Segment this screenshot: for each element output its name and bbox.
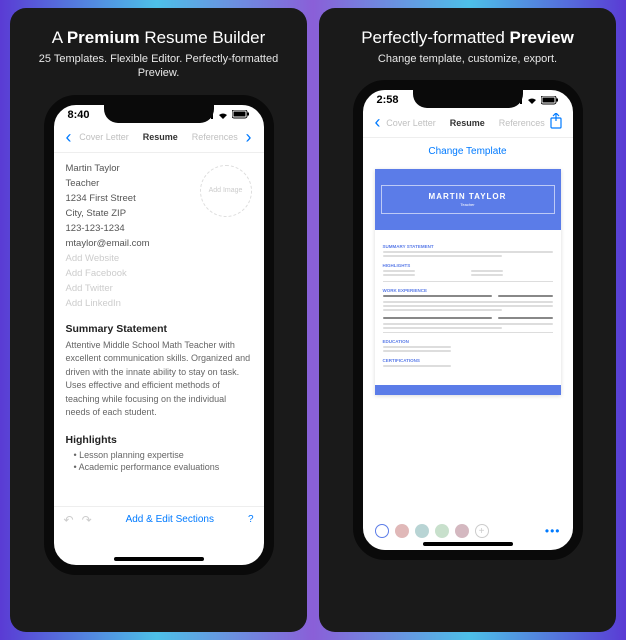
preview-section-label: SUMMARY STATEMENT [383,244,553,249]
nav-bar: ‹ Cover Letter Resume References [363,108,573,138]
preview-section-label: EDUCATION [383,339,553,344]
add-edit-sections-button[interactable]: Add & Edit Sections [100,514,240,525]
color-swatch[interactable] [435,524,449,538]
phone-frame: 2:58 ‹ Cover Letter Resume References Ch… [353,80,583,560]
preview-area: MARTIN TAYLOR Teacher SUMMARY STATEMENT … [363,161,573,403]
phone-frame: 8:40 ‹ Cover Letter Resume References › … [44,95,274,575]
color-swatch[interactable] [395,524,409,538]
highlights-title: Highlights [66,434,252,446]
more-options-icon[interactable]: ••• [545,524,561,538]
home-indicator[interactable] [423,542,513,546]
change-template-link[interactable]: Change Template [363,138,573,161]
screenshot-card-editor: A Premium Resume Builder 25 Templates. F… [10,8,307,632]
tab-cover-letter[interactable]: Cover Letter [386,118,436,128]
preview-role: Teacher [388,202,548,207]
wifi-icon [217,111,229,119]
preview-footer [375,385,561,395]
tab-references[interactable]: References [499,118,545,128]
color-swatch[interactable] [415,524,429,538]
field-phone[interactable]: 123-123-1234 [66,223,252,234]
battery-icon [541,96,559,105]
status-time: 2:58 [377,94,399,106]
subheadline: Change template, customize, export. [378,52,557,66]
preview-body: SUMMARY STATEMENT HIGHLIGHTS WORK EXPERI… [375,230,561,377]
subheadline: 25 Templates. Flexible Editor. Perfectly… [24,52,293,81]
field-email[interactable]: mtaylor@email.com [66,238,252,249]
summary-text[interactable]: Attentive Middle School Math Teacher wit… [66,339,252,420]
preview-section-label: CERTIFICATIONS [383,358,553,363]
highlight-item[interactable]: • Lesson planning expertise [66,450,252,460]
preview-name: MARTIN TAYLOR [388,192,548,201]
nav-back-icon[interactable]: ‹ [373,112,383,133]
screenshot-card-preview: Perfectly-formatted Preview Change templ… [319,8,616,632]
phone-notch [413,90,523,108]
share-icon[interactable] [549,113,563,132]
nav-forward-icon[interactable]: › [244,127,254,148]
tab-resume[interactable]: Resume [143,132,178,142]
wifi-icon [526,96,538,104]
nav-back-icon[interactable]: ‹ [64,127,74,148]
nav-bar: ‹ Cover Letter Resume References › [54,123,264,153]
add-color-button[interactable]: + [475,524,489,538]
highlight-item[interactable]: • Academic performance evaluations [66,462,252,472]
tab-references[interactable]: References [192,132,238,142]
add-image-button[interactable]: Add Image [200,165,252,217]
field-website[interactable]: Add Website [66,253,252,264]
preview-header: MARTIN TAYLOR Teacher [375,169,561,230]
color-swatch-row: + ••• [363,524,573,538]
status-time: 8:40 [68,109,90,121]
summary-title: Summary Statement [66,323,252,335]
home-indicator[interactable] [114,557,204,561]
footer-bar: ↶ ↷ Add & Edit Sections ? [54,506,264,533]
color-swatch[interactable] [455,524,469,538]
field-linkedin[interactable]: Add LinkedIn [66,298,252,309]
battery-icon [232,110,250,119]
phone-notch [104,105,214,123]
resume-preview[interactable]: MARTIN TAYLOR Teacher SUMMARY STATEMENT … [375,169,561,395]
headline: A Premium Resume Builder [52,28,266,48]
undo-icon[interactable]: ↶ [64,513,74,527]
tab-cover-letter[interactable]: Cover Letter [79,132,129,142]
tab-row: Cover Letter Resume References [74,132,244,142]
headline: Perfectly-formatted Preview [361,28,574,48]
help-icon[interactable]: ? [248,514,254,525]
field-twitter[interactable]: Add Twitter [66,283,252,294]
tab-resume[interactable]: Resume [450,118,485,128]
color-swatch-selected[interactable] [375,524,389,538]
tab-row: Cover Letter Resume References [383,118,549,128]
redo-icon[interactable]: ↷ [82,513,92,527]
editor-content: Add Image Martin Taylor Teacher 1234 Fir… [54,153,264,533]
field-facebook[interactable]: Add Facebook [66,268,252,279]
